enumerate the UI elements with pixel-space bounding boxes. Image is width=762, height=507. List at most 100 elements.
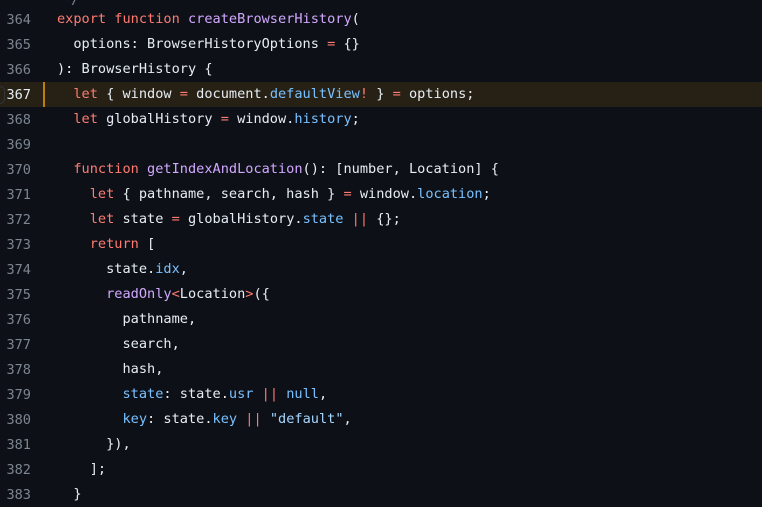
line-number[interactable]: 365 <box>0 37 31 53</box>
code-token: let <box>89 211 115 227</box>
code-token: readOnly <box>106 286 172 302</box>
code-token: state. <box>57 261 156 277</box>
code-token: = <box>392 86 401 102</box>
code-line-375[interactable]: 375 readOnly<Location>({ <box>0 282 762 307</box>
line-number[interactable]: 377 <box>0 337 31 353</box>
code-text: pathname, <box>57 307 196 332</box>
code-text: let globalHistory = window.history; <box>57 107 360 132</box>
code-token: , <box>318 386 328 402</box>
code-token: [ <box>138 236 156 252</box>
code-token: usr <box>228 386 254 402</box>
line-number[interactable]: 375 <box>0 287 31 303</box>
line-number[interactable]: 369 <box>0 137 31 153</box>
code-text: export function createBrowserHistory( <box>57 7 360 32</box>
code-text: let { window = document.defaultView! } =… <box>57 82 474 107</box>
code-token: , <box>343 411 352 427</box>
code-line-368[interactable]: 368 let globalHistory = window.history; <box>0 107 762 132</box>
line-number[interactable]: 379 <box>0 387 31 403</box>
code-token: idx <box>155 261 180 277</box>
code-token: return <box>89 236 139 252</box>
code-line-379[interactable]: 379 state: state.usr || null, <box>0 382 762 407</box>
code-line-376[interactable]: 376 pathname, <box>0 307 762 332</box>
code-token: (): [number, Location] { <box>302 161 499 177</box>
code-text: let state = globalHistory.state || {}; <box>57 207 401 232</box>
code-line-366[interactable]: 366 ): BrowserHistory { <box>0 57 762 82</box>
code-token: function <box>114 11 180 27</box>
code-line-371[interactable]: 371 let { pathname, search, hash } = win… <box>0 182 762 207</box>
code-line-364[interactable]: 364 export function createBrowserHistory( <box>0 7 762 32</box>
code-token: Location <box>179 286 246 302</box>
line-number[interactable]: 371 <box>0 187 31 203</box>
line-number[interactable]: 382 <box>0 462 31 478</box>
code-token: = <box>171 211 180 227</box>
code-token: = <box>179 86 188 102</box>
line-number[interactable]: 383 <box>0 487 31 503</box>
code-token: {}; <box>368 211 401 227</box>
line-number[interactable]: 372 <box>0 212 31 228</box>
code-line-380[interactable]: 380 key: state.key || "default", <box>0 407 762 432</box>
code-line-381[interactable]: 381 }), <box>0 432 762 457</box>
line-number[interactable]: 376 <box>0 312 31 328</box>
line-number[interactable]: 378 <box>0 362 31 378</box>
code-token: ! <box>359 86 369 102</box>
code-token: } <box>368 86 393 102</box>
code-line-378[interactable]: 378 hash, <box>0 357 762 382</box>
code-token: pathname, <box>57 311 197 327</box>
code-token: key <box>122 411 148 427</box>
line-number[interactable]: 381 <box>0 437 31 453</box>
code-editor: */ 364 export function createBrowserHisto… <box>0 0 762 507</box>
code-text: search, <box>57 332 180 357</box>
code-text: }), <box>57 432 131 457</box>
code-token: ; <box>351 111 360 127</box>
code-token: ( <box>351 11 360 27</box>
line-number[interactable]: 373 <box>0 237 31 253</box>
code-token: window. <box>228 111 295 127</box>
code-token: options; <box>400 86 475 102</box>
code-line-370[interactable]: 370 function getIndexAndLocation(): [num… <box>0 157 762 182</box>
code-token: search, <box>57 336 180 352</box>
code-line-383[interactable]: 383 } <box>0 482 762 507</box>
line-number[interactable]: 364 <box>0 12 31 28</box>
code-token: : state. <box>147 411 213 427</box>
code-text: state.idx, <box>57 257 188 282</box>
line-number[interactable]: 368 <box>0 112 31 128</box>
breakpoint-marker-icon[interactable] <box>0 86 5 104</box>
code-token: < <box>171 286 180 302</box>
code-line-377[interactable]: 377 search, <box>0 332 762 357</box>
code-line-372[interactable]: 372 let state = globalHistory.state || {… <box>0 207 762 232</box>
code-token: let <box>89 186 115 202</box>
code-token: {} <box>335 36 360 52</box>
code-line-382[interactable]: 382 ]; <box>0 457 762 482</box>
code-line-367[interactable]: 367 let { window = document.defaultView!… <box>0 82 762 107</box>
highlight-bar <box>43 82 45 107</box>
code-token: = <box>220 111 229 127</box>
code-token: options: BrowserHistoryOptions <box>57 36 328 52</box>
code-token: ]; <box>57 461 107 477</box>
line-number[interactable]: 374 <box>0 262 31 278</box>
code-token: defaultView <box>269 86 360 102</box>
line-number[interactable]: 370 <box>0 162 31 178</box>
code-line-369[interactable]: 369 <box>0 132 762 157</box>
code-token: || <box>245 411 262 427</box>
code-line-373[interactable]: 373 return [ <box>0 232 762 257</box>
code-token: ): BrowserHistory { <box>57 61 213 77</box>
code-token: }), <box>57 436 131 452</box>
code-line-374[interactable]: 374 state.idx, <box>0 257 762 282</box>
code-token: history <box>294 111 352 127</box>
code-token: function <box>73 161 139 177</box>
line-number[interactable]: 380 <box>0 412 31 428</box>
code-text: function getIndexAndLocation(): [number,… <box>57 157 499 182</box>
code-line-365[interactable]: 365 options: BrowserHistoryOptions = {} <box>0 32 762 57</box>
line-number[interactable]: 366 <box>0 62 31 78</box>
